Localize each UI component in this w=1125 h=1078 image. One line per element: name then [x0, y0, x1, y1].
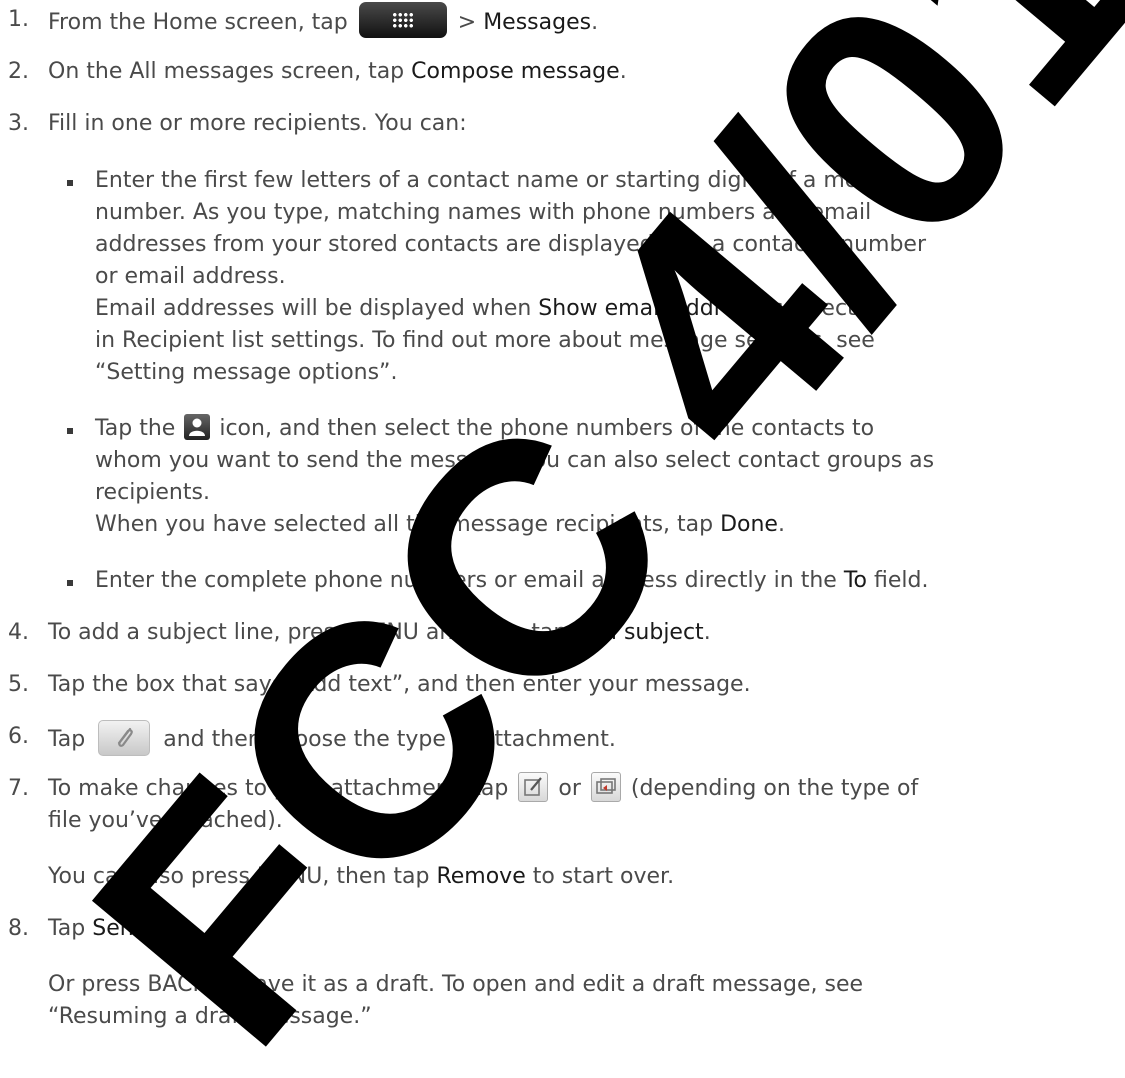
svg-text:FCC 4/01/24: FCC 4/01/24: [23, 0, 1125, 1078]
fcc-date-watermark: FCC 4/01/24: [23, 0, 1125, 1078]
